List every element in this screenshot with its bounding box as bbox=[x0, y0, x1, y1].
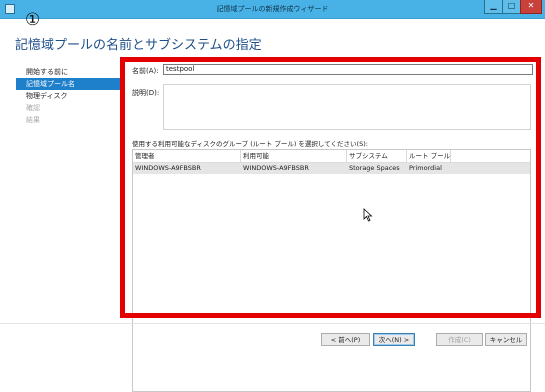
description-input[interactable] bbox=[163, 84, 531, 130]
table-header: 管理者 利用可能 サブシステム ルート プール bbox=[133, 150, 530, 163]
nav-item-pool-name[interactable]: 記憶域プール名 bbox=[16, 78, 122, 90]
step-annotation: ① bbox=[25, 10, 41, 30]
name-input[interactable]: testpool bbox=[163, 64, 533, 75]
create-button: 作成(C) bbox=[436, 333, 483, 346]
page-title: 記憶域プールの名前とサブシステムの指定 bbox=[15, 38, 262, 53]
nav-item-before-you-begin[interactable]: 開始する前に bbox=[16, 66, 122, 78]
description-label: 説明(D): bbox=[132, 89, 160, 97]
column-header-available[interactable]: 利用可能 bbox=[241, 150, 347, 162]
cell-available: WINDOWS-A9FBSBR bbox=[243, 164, 309, 172]
previous-button[interactable]: < 前へ(P) bbox=[321, 333, 370, 346]
title-bar: 記憶域プールの新規作成ウィザード ▁ □ ✕ bbox=[0, 0, 545, 19]
column-header-subsystem[interactable]: サブシステム bbox=[347, 150, 407, 162]
close-button[interactable]: ✕ bbox=[520, 0, 542, 14]
footer-divider bbox=[0, 323, 545, 324]
cell-manager: WINDOWS-A9FBSBR bbox=[135, 164, 201, 172]
nav-item-physical-disks[interactable]: 物理ディスク bbox=[16, 90, 122, 102]
cell-root-pool: Primordial bbox=[409, 164, 442, 172]
mouse-cursor-icon bbox=[363, 208, 373, 222]
nav-item-confirmation: 確認 bbox=[26, 104, 40, 112]
column-header-root-pool[interactable]: ルート プール bbox=[407, 150, 451, 162]
next-button[interactable]: 次へ(N) > bbox=[373, 333, 415, 346]
primordial-pool-label: 使用する利用可能なディスクのグループ (ルート プール) を選択してください(S… bbox=[132, 140, 368, 148]
column-header-manager[interactable]: 管理者 bbox=[133, 150, 241, 162]
nav-item-results: 結果 bbox=[26, 116, 40, 124]
minimize-button[interactable]: ▁ bbox=[484, 0, 503, 14]
primordial-pool-table: 管理者 利用可能 サブシステム ルート プール WINDOWS-A9FBSBR … bbox=[132, 149, 531, 392]
name-label: 名前(A): bbox=[132, 67, 159, 75]
cancel-button[interactable]: キャンセル bbox=[485, 333, 527, 346]
wizard-step-nav: 開始する前に 記憶域プール名 物理ディスク 確認 結果 bbox=[16, 66, 122, 126]
table-row[interactable]: WINDOWS-A9FBSBR WINDOWS-A9FBSBR Storage … bbox=[133, 163, 530, 174]
window-title: 記憶域プールの新規作成ウィザード bbox=[216, 5, 329, 13]
cell-subsystem: Storage Spaces bbox=[349, 164, 400, 172]
maximize-button[interactable]: □ bbox=[502, 0, 521, 14]
